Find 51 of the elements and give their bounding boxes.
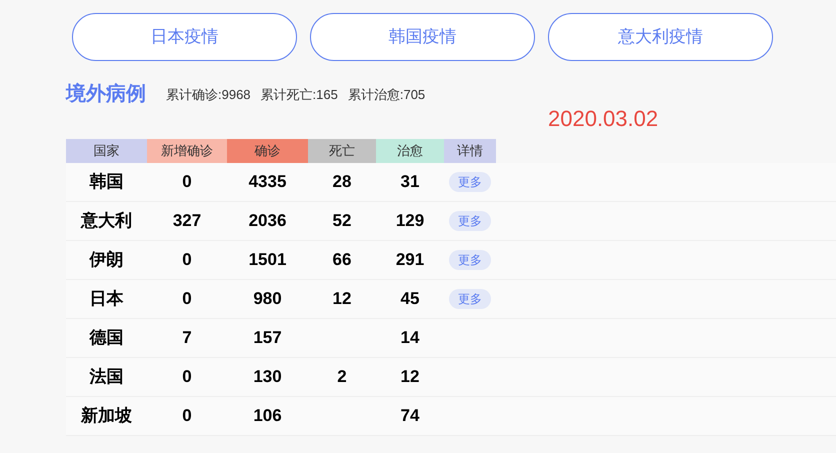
table-cell-text: 0: [182, 288, 192, 310]
table-cell-text: 157: [253, 327, 282, 350]
table-cell-text: 2: [337, 366, 347, 388]
table-cell-text: 52: [332, 210, 352, 232]
more-button[interactable]: 更多: [449, 172, 491, 192]
table-cell-text: 327: [172, 210, 202, 232]
table-cell-text: 1501: [248, 249, 286, 272]
stat-text: 累计治愈:705: [348, 86, 426, 104]
table-cell-text: 291: [396, 249, 424, 272]
table-cell-text: 日本: [90, 288, 124, 310]
table-cell-text: 66: [332, 249, 352, 272]
table-cell-text: 0: [182, 366, 192, 388]
table-cell-text: 74: [400, 405, 420, 428]
table-cell-text: 德国: [90, 327, 124, 350]
table-cell-text: 45: [400, 288, 420, 310]
table-cell-text: 14: [400, 327, 420, 350]
table-cell-text: 129: [396, 210, 424, 232]
table-cell-text: 31: [400, 171, 420, 194]
column-header: 新增确诊: [147, 139, 227, 163]
table-cell-text: 法国: [90, 366, 124, 388]
table-cell-text: 28: [332, 171, 352, 194]
table-cell-text: 伊朗: [90, 249, 124, 272]
table-cell-text: 4335: [248, 171, 286, 194]
nav-button[interactable]: 日本疫情: [72, 13, 297, 61]
column-header: 治愈: [376, 139, 444, 163]
more-button[interactable]: 更多: [449, 250, 491, 270]
nav-button[interactable]: 意大利疫情: [548, 13, 773, 61]
more-button[interactable]: 更多: [449, 289, 491, 309]
table-cell-text: 韩国: [90, 171, 124, 194]
stat-text: 累计死亡:165: [260, 86, 338, 104]
column-header: 确诊: [227, 139, 308, 163]
table-cell-text: 12: [332, 288, 352, 310]
section-title: 境外病例: [66, 84, 146, 104]
stat-text: 累计确诊:9968: [166, 86, 251, 104]
table-cell-text: 980: [253, 288, 282, 310]
table-cell-text: 130: [253, 366, 282, 388]
nav-button[interactable]: 韩国疫情: [310, 13, 535, 61]
table-cell-text: 0: [182, 249, 192, 272]
table-cell-text: 106: [253, 405, 282, 428]
date-text: 2020.03.02: [548, 106, 658, 131]
table-cell-text: 新加坡: [81, 405, 132, 428]
more-button[interactable]: 更多: [449, 211, 491, 231]
table-cell-text: 意大利: [81, 210, 132, 232]
table-cell-text: 0: [182, 405, 192, 428]
column-header: 国家: [66, 139, 147, 163]
table-cell-text: 2036: [248, 210, 286, 232]
table-cell-text: 12: [400, 366, 420, 388]
column-header: 死亡: [308, 139, 376, 163]
table-cell-text: 7: [182, 327, 192, 350]
column-header: 详情: [444, 139, 496, 163]
table-cell-text: 0: [182, 171, 192, 194]
